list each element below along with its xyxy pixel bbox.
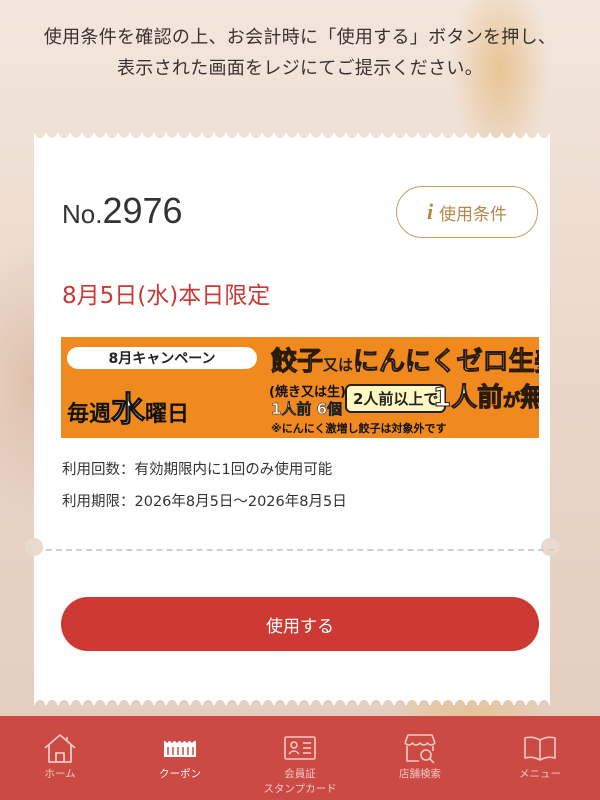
banner-product-1: 餃子: [270, 347, 324, 378]
tab-menu-label: メニュー: [519, 768, 561, 780]
tab-member-card[interactable]: 会員証 スタンプカード: [240, 716, 360, 800]
banner-campaign-label: 8月キャンペーン: [67, 347, 257, 369]
banner-weekly-day: 水: [110, 389, 146, 430]
coupon-number-prefix: No.: [62, 199, 103, 229]
campaign-banner: 8月キャンペーン 毎週水曜日 餃子又はにんにくゼロ生姜餃子 (焼き又は生) 1人…: [61, 337, 539, 438]
ticket-notch-right: [541, 538, 559, 556]
tab-coupon-label: クーポン: [159, 768, 201, 780]
banner-free-2: 無料: [520, 383, 539, 414]
usage-count-info: 利用回数：有効期限内に1回のみ使用可能: [62, 462, 333, 478]
banner-weekly: 毎週水曜日: [67, 382, 189, 431]
banner-weekly-prefix: 毎週: [67, 402, 112, 427]
valid-day-label: 8月5日(水)本日限定: [62, 283, 271, 309]
member-card-icon: [282, 731, 318, 765]
banner-product-2: にんにくゼロ生姜餃子: [353, 347, 539, 378]
usage-notice: 使用条件を確認の上、お会計時に「使用する」ボタンを押し、 表示された画面をレジに…: [0, 22, 600, 84]
banner-note-qty: 1人前 6個: [271, 400, 343, 419]
tab-store-search[interactable]: 店舗検索: [360, 716, 480, 800]
banner-exclusion-note: ※にんにく激増し餃子は対象外です: [271, 422, 447, 435]
banner-product-or: 又は: [323, 356, 354, 374]
banner-free-ga: が: [503, 391, 521, 412]
terms-button-label: 使用条件: [439, 204, 508, 225]
ticket-notch-left: [25, 538, 43, 556]
notice-line-2: 表示された画面をレジにてご提示ください。: [117, 58, 483, 79]
tab-member-card-label-2: スタンプカード: [263, 783, 337, 795]
coupon-number: No.2976: [62, 190, 183, 232]
menu-book-icon: [522, 731, 558, 765]
tab-menu[interactable]: メニュー: [480, 716, 600, 800]
use-coupon-button-label: 使用する: [266, 616, 334, 637]
banner-weekly-suffix: 曜日: [145, 402, 190, 427]
usage-period-info: 利用期限：2026年8月5日〜2026年8月5日: [62, 494, 347, 510]
tab-member-card-label-1: 会員証: [284, 768, 316, 780]
banner-free-1: 1人前: [432, 383, 504, 414]
use-coupon-button[interactable]: 使用する: [61, 597, 539, 651]
store-search-icon: [402, 731, 438, 765]
tab-coupon[interactable]: クーポン: [120, 716, 240, 800]
info-icon: i: [426, 199, 434, 224]
banner-min-order: 2人前以上で: [345, 384, 447, 413]
terms-button[interactable]: i 使用条件: [396, 186, 538, 238]
banner-product: 餃子又はにんにくゼロ生姜餃子: [270, 341, 539, 378]
banner-free: 1人前が無料: [432, 377, 539, 414]
ticket-divider: [46, 549, 554, 551]
notice-line-1: 使用条件を確認の上、お会計時に「使用する」ボタンを押し、: [43, 27, 557, 48]
coupon-number-value: 2976: [102, 190, 183, 231]
tab-store-search-label: 店舗検索: [399, 768, 441, 780]
tab-home-label: ホーム: [44, 768, 76, 780]
home-icon: [42, 731, 78, 765]
coupon-icon: [162, 731, 198, 765]
bottom-tab-bar: ホーム クーポン 会員証 スタンプカード 店舗検索 メニュー: [0, 716, 600, 800]
tab-home[interactable]: ホーム: [0, 716, 120, 800]
tab-member-card-label: 会員証 スタンプカード: [263, 767, 336, 797]
